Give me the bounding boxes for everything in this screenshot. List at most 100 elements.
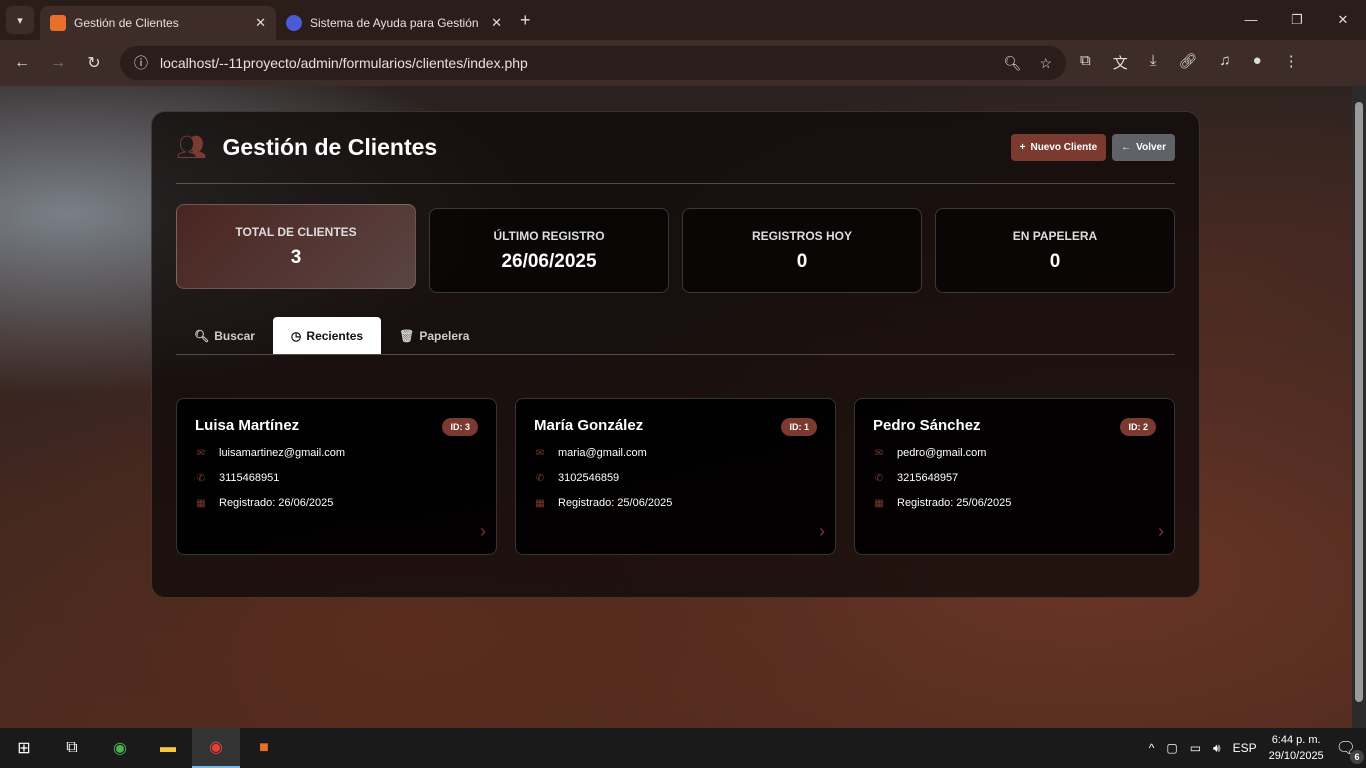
reload-button[interactable]: ↻ (76, 53, 112, 73)
menu-icon[interactable]: ⋮ (1284, 52, 1299, 73)
chevron-right-icon[interactable]: › (1158, 521, 1164, 542)
calendar-icon: ▦ (874, 497, 884, 509)
download-icon[interactable]: ⤓ (1150, 52, 1157, 73)
chevron-right-icon[interactable]: › (819, 521, 825, 542)
envelope-icon: ✉ (874, 447, 884, 459)
clients-panel: 👥︎ Gestión de Clientes + Nuevo Cliente ← V… (151, 111, 1200, 598)
stat-total-clients: TOTAL DE CLIENTES 3 (176, 204, 416, 289)
tab-recent[interactable]: ◷ Recientes (272, 317, 382, 354)
clock[interactable]: 6:44 p. m. 29/10/2025 (1269, 732, 1324, 764)
tab-trash[interactable]: 🗑︎ Papelera (381, 317, 487, 354)
new-client-label: Nuevo Cliente (1030, 142, 1098, 153)
arrow-left-icon: ← (1121, 142, 1132, 153)
client-phone: 3115468951 (219, 472, 280, 484)
client-id-badge: ID: 1 (781, 418, 817, 436)
url-text[interactable]: localhost/--11proyecto/admin/formularios… (160, 55, 528, 71)
envelope-icon: ✉ (196, 447, 206, 459)
site-info-icon[interactable]: ⓘ (134, 53, 148, 73)
task-view-button[interactable]: ⧉ (48, 728, 96, 768)
tab-label: Papelera (419, 328, 470, 343)
client-email: pedro@gmail.com (897, 447, 987, 459)
tab-title: Gestión de Clientes (74, 16, 179, 30)
stat-last-registration: ÚLTIMO REGISTRO 26/06/2025 (429, 208, 669, 293)
tab-label: Buscar (214, 328, 255, 343)
bookmark-star-icon[interactable]: ☆ (1039, 55, 1052, 72)
tray-chevron-icon[interactable]: ^ (1149, 741, 1155, 755)
media-icon[interactable]: ♫ (1219, 52, 1230, 73)
browser-tab[interactable]: Sistema de Ayuda para Gestión ✕ (276, 6, 512, 40)
translate-icon[interactable]: 文 (1113, 52, 1128, 73)
chrome-active-taskbar-icon[interactable]: ◉ (192, 728, 240, 768)
client-id-badge: ID: 2 (1120, 418, 1156, 436)
client-registered: Registrado: 25/06/2025 (558, 497, 673, 509)
tab-search[interactable]: 🔍︎ Buscar (176, 317, 273, 354)
search-icon: 🔍︎ (194, 328, 210, 343)
phone-icon: ✆ (196, 472, 206, 484)
close-tab-icon[interactable]: ✕ (255, 15, 266, 31)
stat-label: TOTAL DE CLIENTES (235, 224, 357, 239)
page-scrollbar[interactable] (1352, 86, 1366, 728)
profile-avatar[interactable]: ● (1253, 52, 1262, 73)
stat-value: 3 (290, 246, 302, 268)
client-card[interactable]: María González ID: 1 ✉ maria@gmail.com ✆ 3… (515, 398, 836, 555)
xampp-taskbar-icon[interactable]: ■ (240, 728, 288, 768)
forward-button[interactable]: → (40, 54, 76, 72)
notification-center-icon[interactable]: 🗨︎ 6 (1336, 738, 1364, 764)
stat-value: 26/06/2025 (501, 250, 597, 272)
client-registered: Registrado: 26/06/2025 (219, 497, 334, 509)
envelope-icon: ✉ (535, 447, 545, 459)
clock-icon: ◷ (290, 328, 302, 343)
browser-tab-active[interactable]: Gestión de Clientes ✕ (40, 6, 276, 40)
minimize-button[interactable]: — (1228, 12, 1274, 28)
start-button[interactable]: ⊞ (0, 728, 48, 768)
client-phone: 3102546859 (558, 472, 620, 484)
chrome-taskbar-icon[interactable]: ◉ (96, 728, 144, 768)
trash-icon: 🗑︎ (399, 328, 415, 343)
volume-icon[interactable]: 🔊︎ (1213, 741, 1221, 756)
stat-label: ÚLTIMO REGISTRO (493, 228, 605, 243)
stat-trash: EN PAPELERA 0 (935, 208, 1175, 293)
stat-value: 0 (1049, 250, 1061, 272)
site-favicon-icon (286, 15, 302, 31)
client-phone: 3215648957 (897, 472, 959, 484)
language-indicator[interactable]: ESP (1233, 741, 1257, 755)
close-tab-icon[interactable]: ✕ (491, 15, 502, 31)
back-button[interactable]: ← (4, 54, 40, 72)
calendar-icon: ▦ (535, 497, 545, 509)
chevron-right-icon[interactable]: › (480, 521, 486, 542)
xampp-favicon-icon (50, 15, 66, 31)
client-card[interactable]: Pedro Sánchez ID: 2 ✉ pedro@gmail.com ✆ 32… (854, 398, 1175, 555)
client-card[interactable]: Luisa Martínez ID: 3 ✉ luisamartinez@gmai… (176, 398, 497, 555)
calendar-icon: ▦ (196, 497, 206, 509)
extensions-icon[interactable]: ⧉ (1080, 52, 1091, 73)
link-icon[interactable]: 🔗︎ (1178, 52, 1197, 73)
client-name: Pedro Sánchez (873, 417, 981, 434)
new-client-button[interactable]: + Nuevo Cliente (1010, 134, 1107, 161)
browser-tab-strip: ▾ Gestión de Clientes ✕ Sistema de Ayuda … (0, 0, 1366, 40)
phone-icon: ✆ (874, 472, 884, 484)
stat-registrations-today: REGISTROS HOY 0 (682, 208, 922, 293)
url-bar[interactable]: ⓘ localhost/--11proyecto/admin/formulario… (120, 46, 1066, 80)
tab-search-button[interactable]: ▾ (6, 6, 34, 34)
stat-label: EN PAPELERA (1012, 228, 1098, 243)
page-background: 👥︎ Gestión de Clientes + Nuevo Cliente ← V… (0, 86, 1352, 728)
battery-icon[interactable]: ▭ (1190, 741, 1201, 755)
stat-value: 0 (796, 250, 808, 272)
back-button[interactable]: ← Volver (1112, 134, 1175, 161)
restore-button[interactable]: ❐ (1274, 12, 1320, 28)
new-tab-button[interactable]: + (520, 10, 531, 31)
zoom-icon[interactable]: 🔍︎ (1004, 55, 1022, 72)
client-email: luisamartinez@gmail.com (219, 447, 346, 459)
address-bar-row: ← → ↻ ⓘ localhost/--11proyecto/admin/form… (0, 40, 1366, 86)
client-id-badge: ID: 3 (442, 418, 478, 436)
close-window-button[interactable]: ✕ (1320, 12, 1366, 28)
page-title: Gestión de Clientes (222, 134, 438, 160)
client-name: Luisa Martínez (195, 417, 300, 434)
phone-icon: ✆ (535, 472, 545, 484)
plus-icon: + (1019, 142, 1026, 153)
file-explorer-icon[interactable]: ▬ (144, 728, 192, 768)
meet-icon[interactable]: ▢ (1166, 741, 1177, 755)
clock-time: 6:44 p. m. (1271, 734, 1321, 746)
users-icon: 👥︎ (176, 134, 207, 161)
clock-date: 29/10/2025 (1268, 750, 1324, 762)
